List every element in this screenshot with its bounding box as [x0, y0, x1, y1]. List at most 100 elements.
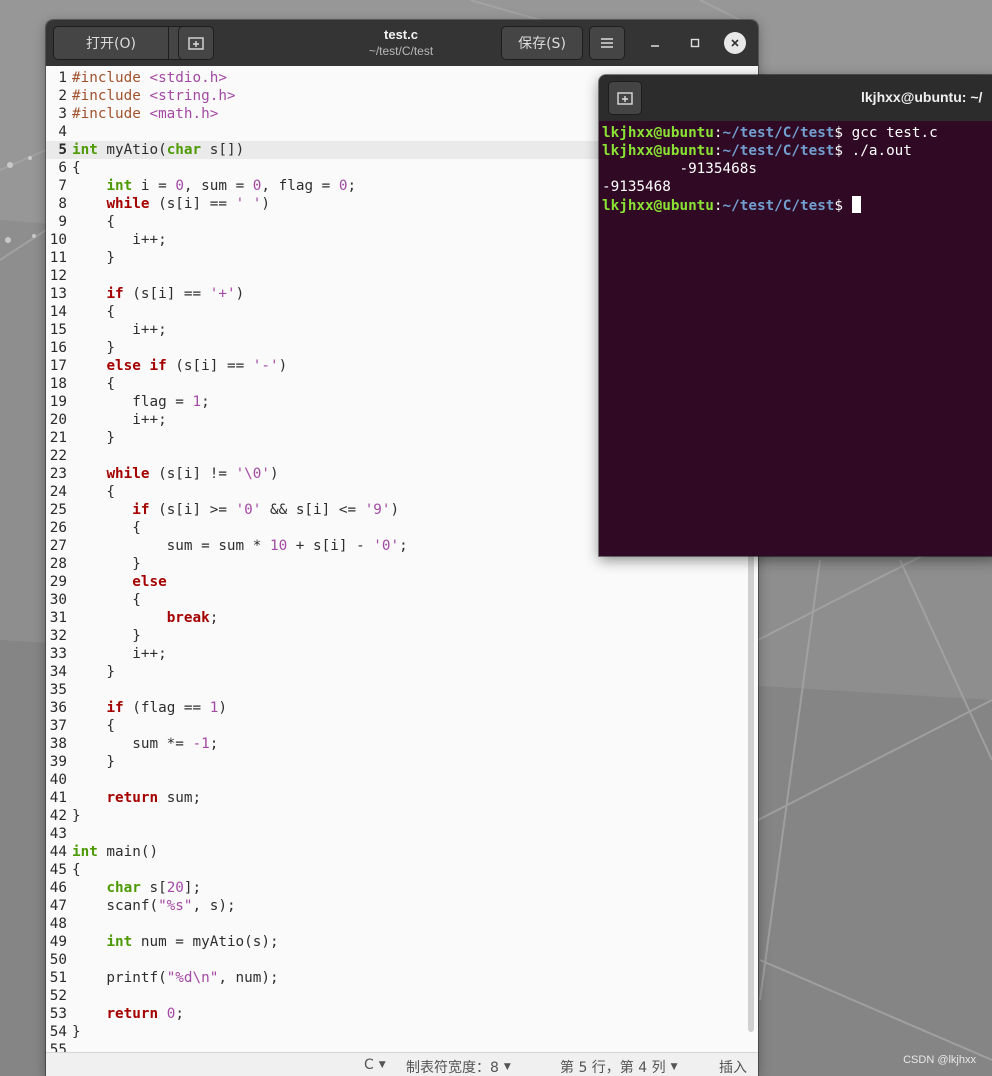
- line-number: 10: [49, 232, 67, 248]
- line-number: 22: [49, 448, 67, 464]
- minimize-button[interactable]: [644, 32, 666, 54]
- code-text: {: [72, 520, 141, 536]
- insert-mode-indicator[interactable]: 插入: [719, 1057, 747, 1076]
- code-line[interactable]: 34 }: [46, 663, 758, 681]
- open-button[interactable]: 打开(O): [53, 26, 169, 60]
- code-text: while (s[i] != '\0'): [106, 466, 279, 482]
- code-line[interactable]: 29 else: [46, 573, 758, 591]
- line-number: 24: [49, 484, 67, 500]
- code-line[interactable]: 32 }: [46, 627, 758, 645]
- line-number: 3: [58, 106, 67, 122]
- line-number: 13: [49, 286, 67, 302]
- code-text: i++;: [72, 322, 167, 338]
- terminal-headerbar: lkjhxx@ubuntu: ~/: [599, 75, 992, 121]
- line-number: 55: [49, 1042, 67, 1052]
- code-line[interactable]: 38 sum *= -1;: [46, 735, 758, 753]
- code-text: printf("%d\n", num);: [72, 970, 279, 986]
- code-line[interactable]: 40: [46, 771, 758, 789]
- tab-width-label: 制表符宽度：8: [406, 1060, 499, 1076]
- line-number: 36: [49, 700, 67, 716]
- code-text: {: [72, 376, 116, 392]
- line-number: 30: [49, 592, 67, 608]
- code-text: i++;: [72, 232, 167, 248]
- code-text: {: [72, 484, 116, 500]
- code-line[interactable]: 41 return sum;: [46, 789, 758, 807]
- hamburger-icon: [601, 38, 613, 48]
- code-line[interactable]: 55: [46, 1041, 758, 1052]
- code-line[interactable]: 35: [46, 681, 758, 699]
- line-number: 4: [58, 124, 67, 140]
- terminal-new-tab-button[interactable]: [608, 81, 642, 115]
- line-number: 20: [49, 412, 67, 428]
- code-text: {: [72, 592, 141, 608]
- code-text: if (flag == 1): [106, 700, 227, 716]
- code-line[interactable]: 42}: [46, 807, 758, 825]
- save-button[interactable]: 保存(S): [501, 26, 583, 60]
- document-title: test.c: [384, 27, 418, 42]
- maximize-button[interactable]: [684, 32, 706, 54]
- line-number: 50: [49, 952, 67, 968]
- code-text: }: [72, 340, 116, 356]
- new-tab-button[interactable]: [178, 26, 214, 60]
- line-number: 44: [49, 844, 67, 860]
- line-number: 19: [49, 394, 67, 410]
- line-number: 29: [49, 574, 67, 590]
- code-text: {: [72, 304, 116, 320]
- code-text: {: [72, 160, 81, 176]
- code-line[interactable]: 28 }: [46, 555, 758, 573]
- code-text: #include <stdio.h>: [72, 70, 227, 86]
- line-number: 1: [58, 70, 67, 86]
- code-line[interactable]: 51 printf("%d\n", num);: [46, 969, 758, 987]
- code-text: #include <math.h>: [72, 106, 219, 122]
- line-number: 9: [58, 214, 67, 230]
- code-line[interactable]: 37 {: [46, 717, 758, 735]
- code-line[interactable]: 49 int num = myAtio(s);: [46, 933, 758, 951]
- line-number: 6: [58, 160, 67, 176]
- code-text: }: [72, 250, 116, 266]
- code-line[interactable]: 30 {: [46, 591, 758, 609]
- code-line[interactable]: 54}: [46, 1023, 758, 1041]
- line-number: 53: [49, 1006, 67, 1022]
- code-line[interactable]: 44 int main(): [46, 843, 758, 861]
- terminal-output[interactable]: lkjhxx@ubuntu:~/test/C/test$ gcc test.c l…: [602, 124, 938, 214]
- code-line[interactable]: 52: [46, 987, 758, 1005]
- terminal-line: lkjhxx@ubuntu:~/test/C/test$ ./a.out: [602, 143, 912, 159]
- close-button[interactable]: [724, 32, 746, 54]
- code-line[interactable]: 36 if (flag == 1): [46, 699, 758, 717]
- line-number: 35: [49, 682, 67, 698]
- cursor-position-selector[interactable]: 第 5 行，第 4 列 ▼: [560, 1057, 678, 1076]
- code-text: flag = 1;: [72, 394, 210, 410]
- code-text: {: [72, 214, 116, 230]
- line-number: 51: [49, 970, 67, 986]
- new-tab-icon: [188, 37, 204, 50]
- code-line[interactable]: 45 {: [46, 861, 758, 879]
- terminal-line: lkjhxx@ubuntu:~/test/C/test$: [602, 196, 938, 214]
- line-number: 21: [49, 430, 67, 446]
- code-line[interactable]: 47 scanf("%s", s);: [46, 897, 758, 915]
- language-selector[interactable]: C ▼: [364, 1057, 386, 1073]
- code-line[interactable]: 50: [46, 951, 758, 969]
- line-number: 34: [49, 664, 67, 680]
- menu-button[interactable]: [589, 26, 625, 60]
- line-number: 15: [49, 322, 67, 338]
- code-text: int i = 0, sum = 0, flag = 0;: [106, 178, 357, 194]
- code-line[interactable]: 39 }: [46, 753, 758, 771]
- code-line[interactable]: 46 char s[20];: [46, 879, 758, 897]
- code-line[interactable]: 48: [46, 915, 758, 933]
- close-icon: [731, 39, 739, 47]
- code-text: {: [72, 718, 116, 734]
- code-text: return 0;: [106, 1006, 184, 1022]
- code-text: }: [72, 664, 116, 680]
- code-line[interactable]: 43: [46, 825, 758, 843]
- code-text: i++;: [72, 646, 167, 662]
- line-number: 11: [49, 250, 67, 266]
- chevron-down-icon: ▼: [378, 1060, 386, 1070]
- code-text: else if (s[i] == '-'): [106, 358, 288, 374]
- tab-width-selector[interactable]: 制表符宽度：8 ▼: [406, 1057, 511, 1076]
- editor-headerbar: 打开(O) test.c ~/test/C/test 保存(S): [46, 20, 758, 66]
- code-line[interactable]: 33 i++;: [46, 645, 758, 663]
- code-line[interactable]: 53 return 0;: [46, 1005, 758, 1023]
- line-number: 41: [49, 790, 67, 806]
- code-line[interactable]: 31 break;: [46, 609, 758, 627]
- line-number: 23: [49, 466, 67, 482]
